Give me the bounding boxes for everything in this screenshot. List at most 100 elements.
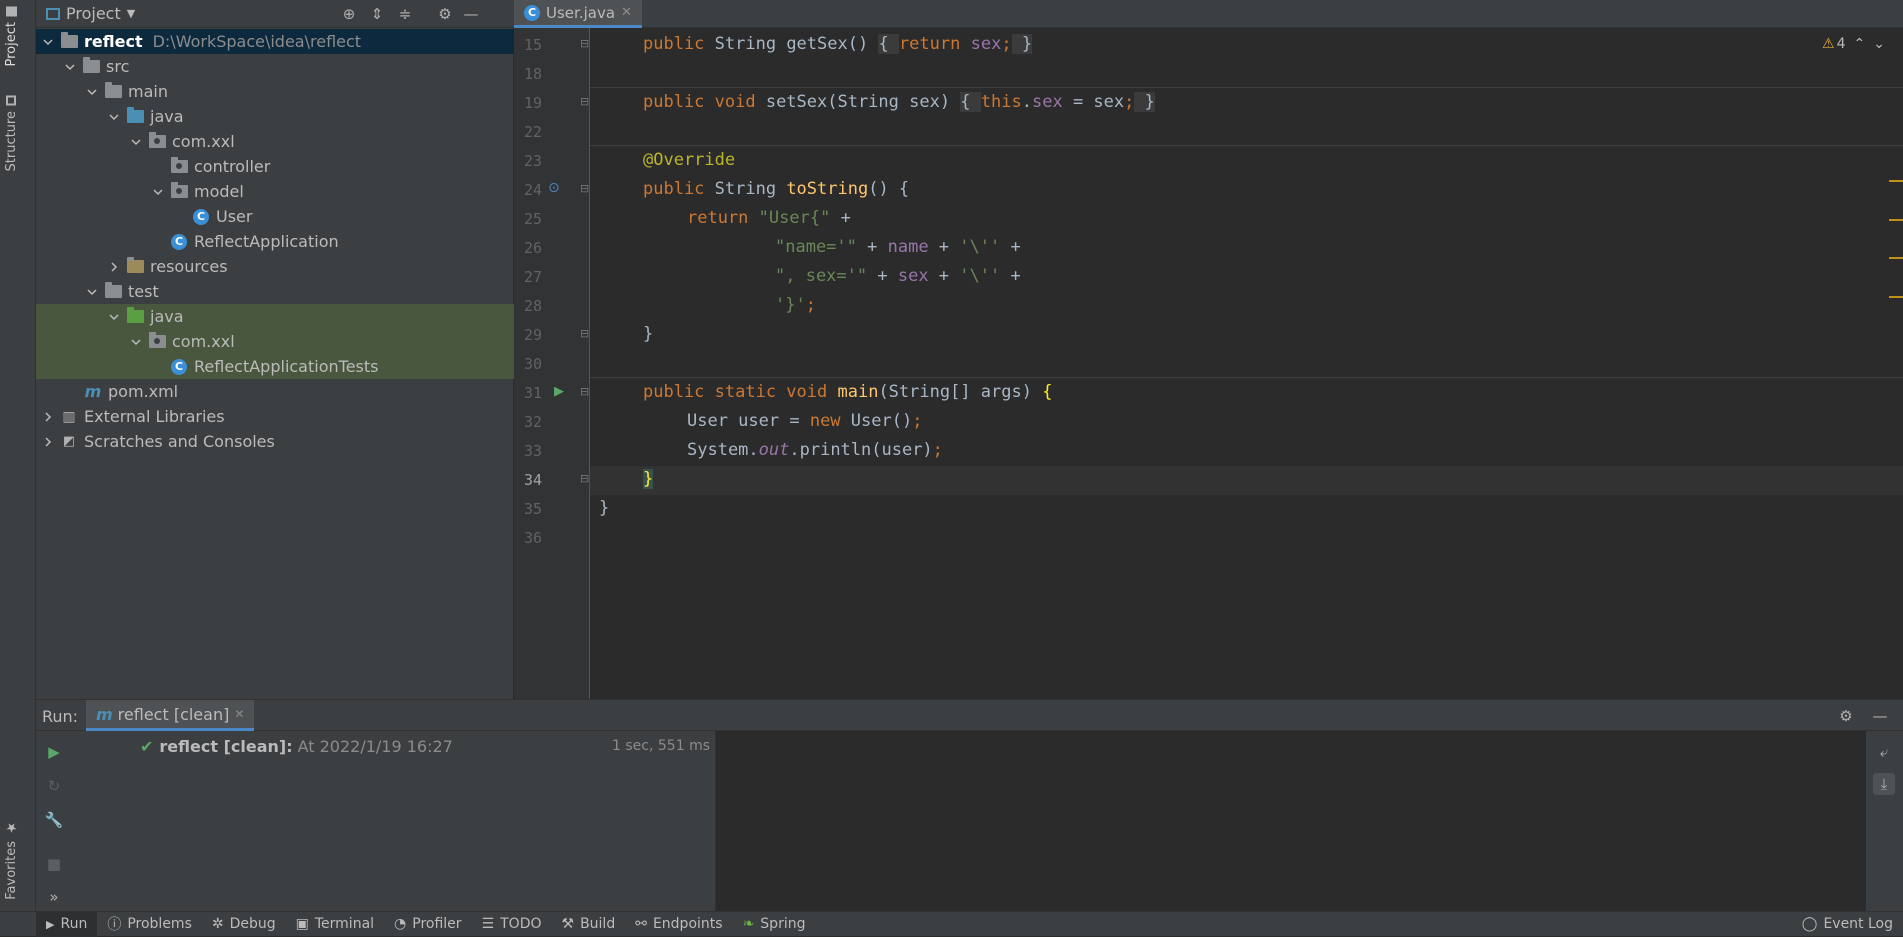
more-icon[interactable]: » — [43, 886, 65, 908]
fold-icon[interactable]: ⊟ — [580, 385, 589, 398]
tool-button-problems[interactable]: ⓘ Problems — [97, 912, 202, 937]
tree-item-test[interactable]: test — [36, 279, 514, 304]
fold-icon[interactable]: ⊟ — [580, 182, 589, 195]
chevron-down-icon[interactable] — [150, 184, 166, 200]
chevron-down-icon[interactable]: ⌄ — [1873, 36, 1885, 52]
structure-tool-tab[interactable]: Structure — [4, 95, 19, 171]
wrench-icon[interactable]: 🔧 — [43, 809, 65, 831]
run-entry-title: reflect [clean]: — [159, 736, 293, 756]
chevron-down-icon[interactable] — [128, 134, 144, 150]
rerun-icon[interactable]: ▶ — [43, 741, 65, 763]
soft-wrap-icon[interactable]: ⤶ — [1873, 741, 1895, 763]
tree-item-user[interactable]: C User — [36, 204, 514, 229]
tree-item-main[interactable]: main — [36, 79, 514, 104]
tool-button-profiler[interactable]: ◔ Profiler — [384, 912, 472, 937]
chevron-down-icon[interactable] — [84, 84, 100, 100]
run-gutter-icon[interactable]: ▶ — [554, 384, 564, 399]
line-number: 36 — [523, 529, 542, 547]
tree-item-java[interactable]: java — [36, 104, 514, 129]
tree-item-test-java[interactable]: java — [36, 304, 514, 329]
java-class-icon: C — [192, 208, 210, 225]
tree-item-src[interactable]: src — [36, 54, 514, 79]
tool-button-run[interactable]: ▶ Run — [36, 911, 98, 937]
chevron-right-icon[interactable] — [40, 434, 56, 450]
line-number: 33 — [523, 442, 542, 460]
fold-icon[interactable]: ⊟ — [580, 37, 589, 50]
maven-icon: m — [84, 382, 102, 401]
chevron-down-icon[interactable] — [40, 34, 56, 50]
spring-boot-class-icon: C — [170, 233, 188, 250]
tree-item-reflect[interactable]: reflect D:\WorkSpace\idea\reflect — [36, 29, 514, 54]
project-view-selector[interactable]: Project ▼ — [66, 4, 135, 23]
tool-button-label: Profiler — [412, 916, 462, 932]
tool-button-terminal[interactable]: ▣ Terminal — [286, 912, 384, 937]
favorites-tool-tab[interactable]: Favorites ★ — [4, 820, 19, 900]
project-tool-tab[interactable]: Project — [4, 6, 19, 66]
chevron-down-icon[interactable] — [106, 109, 122, 125]
tool-button-endpoints[interactable]: ⚯ Endpoints — [625, 912, 732, 937]
warning-stripe-mark[interactable] — [1889, 296, 1903, 298]
chevron-down-icon[interactable] — [84, 284, 100, 300]
fold-icon[interactable]: ⊟ — [580, 95, 589, 108]
close-icon[interactable]: ✕ — [234, 707, 244, 721]
tab-user-java[interactable]: C User.java ✕ — [514, 0, 642, 28]
run-console-output[interactable] — [716, 731, 1866, 911]
warning-stripe-mark[interactable] — [1889, 180, 1903, 182]
spring-leaf-icon: ❧ — [742, 916, 755, 932]
chevron-right-icon[interactable] — [106, 259, 122, 275]
code-line: return "User{" + — [687, 208, 851, 228]
tree-item-scratches[interactable]: ◩ Scratches and Consoles — [36, 429, 514, 454]
folder-icon — [82, 57, 100, 75]
chevron-right-icon[interactable] — [40, 409, 56, 425]
tool-button-build[interactable]: ⚒ Build — [552, 912, 626, 937]
tree-item-model[interactable]: model — [36, 179, 514, 204]
tool-button-spring[interactable]: ❧ Spring — [733, 912, 816, 937]
tree-item-reflect-application[interactable]: C ReflectApplication — [36, 229, 514, 254]
scroll-to-end-icon[interactable]: ⤓ — [1873, 773, 1895, 795]
fold-icon[interactable]: ⊟ — [580, 472, 589, 485]
chevron-down-icon[interactable] — [128, 334, 144, 350]
line-number: 29 — [523, 326, 542, 344]
tree-item-pom-xml[interactable]: m pom.xml — [36, 379, 514, 404]
terminal-icon: ▣ — [295, 916, 309, 932]
package-icon — [170, 182, 188, 200]
close-icon[interactable]: ✕ — [621, 5, 632, 20]
tree-item-controller[interactable]: controller — [36, 154, 514, 179]
resources-folder-icon — [126, 257, 144, 275]
chevron-up-icon[interactable]: ⌃ — [1854, 36, 1866, 52]
tool-button-todo[interactable]: ☰ TODO — [472, 912, 552, 937]
gear-icon[interactable]: ⚙ — [434, 3, 456, 25]
minimize-icon[interactable]: — — [460, 3, 482, 25]
line-number: 19 — [523, 94, 542, 112]
chevron-down-icon[interactable] — [62, 59, 78, 75]
tool-button-debug[interactable]: ✲ Debug — [202, 912, 286, 937]
code-editor[interactable]: public String getSex() { return sex; } p… — [590, 28, 1903, 699]
rerun-failed-icon[interactable]: ↻ — [43, 775, 65, 797]
tool-button-event-log[interactable]: ◯ Event Log — [1792, 912, 1903, 937]
chevron-down-icon[interactable] — [106, 309, 122, 325]
run-tab-label: reflect [clean] — [117, 704, 230, 724]
tree-item-com-xxl[interactable]: com.xxl — [36, 129, 514, 154]
override-marker-icon[interactable]: ⊙ — [548, 180, 560, 196]
run-tab-reflect-clean[interactable]: m reflect [clean] ✕ — [86, 700, 255, 731]
tool-button-label: Endpoints — [652, 916, 723, 932]
expand-all-icon[interactable]: ⇕ — [366, 3, 388, 25]
warning-stripe-mark[interactable] — [1889, 219, 1903, 221]
gear-icon[interactable]: ⚙ — [1835, 705, 1857, 727]
inspection-widget[interactable]: ⚠ 4 ⌃ ⌄ — [1822, 36, 1885, 52]
run-result-entry[interactable]: ✔ reflect [clean]: At 2022/1/19 16:27 1 … — [72, 735, 716, 757]
tree-item-resources[interactable]: resources — [36, 254, 514, 279]
code-line: public String getSex() { return sex; } — [643, 34, 1033, 54]
tree-item-test-com-xxl[interactable]: com.xxl — [36, 329, 514, 354]
code-line: '}'; — [775, 295, 816, 315]
bug-icon: ✲ — [211, 916, 224, 932]
tree-item-reflect-application-tests[interactable]: C ReflectApplicationTests — [36, 354, 514, 379]
locate-icon[interactable]: ⊕ — [338, 3, 360, 25]
stop-icon[interactable]: ■ — [43, 853, 65, 875]
tree-item-external-libraries[interactable]: ▥ External Libraries — [36, 404, 514, 429]
minimize-icon[interactable]: — — [1869, 705, 1891, 727]
project-panel-header: Project ▼ ⊕ ⇕ ≑ ⚙ — — [36, 0, 514, 28]
fold-icon[interactable]: ⊟ — [580, 327, 589, 340]
warning-stripe-mark[interactable] — [1889, 257, 1903, 259]
collapse-all-icon[interactable]: ≑ — [394, 3, 416, 25]
